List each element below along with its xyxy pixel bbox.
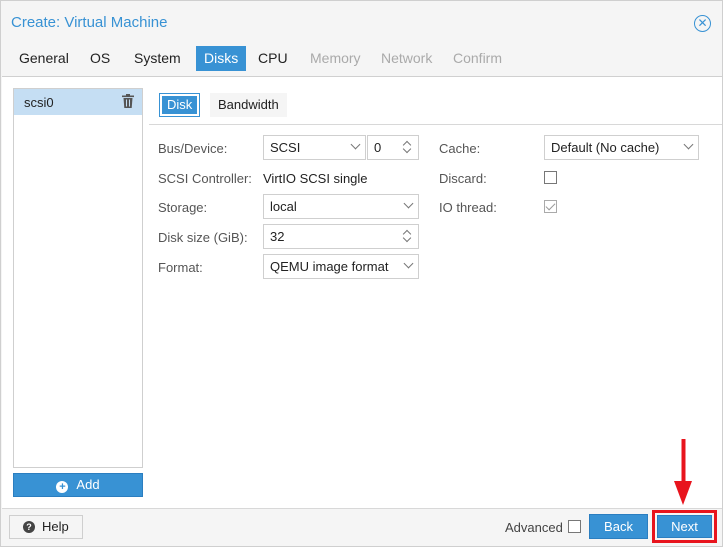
io-thread-label: IO thread: <box>439 200 497 215</box>
subtab-bandwidth[interactable]: Bandwidth <box>210 93 287 117</box>
cache-value: Default (No cache) <box>551 140 660 155</box>
arrow-down-icon <box>674 439 692 505</box>
io-thread-checkbox[interactable] <box>544 200 557 213</box>
spinner-icon[interactable] <box>402 228 413 245</box>
format-value: QEMU image format <box>270 259 389 274</box>
tab-cpu[interactable]: CPU <box>250 46 296 71</box>
chevron-down-icon <box>350 139 361 150</box>
trash-icon[interactable] <box>122 94 134 108</box>
tab-system[interactable]: System <box>126 46 189 71</box>
plus-icon: + <box>56 481 69 493</box>
cache-select[interactable]: Default (No cache) <box>544 135 699 160</box>
dialog-title: Create: Virtual Machine <box>11 14 168 31</box>
add-disk-button[interactable]: + Add <box>13 473 143 497</box>
add-label: Add <box>76 477 100 492</box>
dialog-footer: ? Help Advanced Back Next <box>2 508 722 546</box>
tab-network: Network <box>381 50 433 66</box>
disk-size-spinner[interactable]: 32 <box>263 224 419 249</box>
scsi-controller-value: VirtIO SCSI single <box>263 171 368 186</box>
bus-select[interactable]: SCSI <box>263 135 366 160</box>
format-label: Format: <box>158 260 203 275</box>
next-button[interactable]: Next <box>657 515 712 538</box>
scsi-controller-label: SCSI Controller: <box>158 171 252 186</box>
format-select[interactable]: QEMU image format <box>263 254 419 279</box>
help-icon: ? <box>23 521 35 533</box>
disk-size-value: 32 <box>270 229 285 244</box>
chevron-down-icon <box>683 139 694 150</box>
disks-panel: scsi0 + Add Disk Bandwidth Bus/Device: SC… <box>2 76 722 508</box>
cache-label: Cache: <box>439 141 481 156</box>
next-button-highlight: Next <box>652 510 717 543</box>
subtab-disk-label: Disk <box>162 96 198 114</box>
storage-label: Storage: <box>158 200 208 215</box>
advanced-checkbox[interactable] <box>568 520 581 533</box>
spinner-icon[interactable] <box>402 139 413 156</box>
chevron-down-icon <box>403 198 414 209</box>
chevron-down-icon <box>403 258 414 269</box>
device-value: 0 <box>374 140 382 155</box>
tab-os[interactable]: OS <box>82 46 118 71</box>
tab-confirm: Confirm <box>453 50 503 66</box>
advanced-label: Advanced <box>505 520 563 535</box>
disk-list: scsi0 <box>13 88 143 468</box>
discard-label: Discard: <box>439 171 487 186</box>
help-button[interactable]: ? Help <box>9 515 83 539</box>
title-bar: Create: Virtual Machine ✕ <box>1 1 722 43</box>
storage-select[interactable]: local <box>263 194 419 219</box>
dialog-window: Create: Virtual Machine ✕ General OS Sys… <box>0 0 723 547</box>
tab-general[interactable]: General <box>11 46 77 71</box>
help-label: Help <box>42 519 69 534</box>
back-button[interactable]: Back <box>589 514 648 539</box>
device-spinner[interactable]: 0 <box>367 135 419 160</box>
discard-checkbox[interactable] <box>544 171 557 184</box>
storage-value: local <box>270 199 297 214</box>
disk-list-item[interactable]: scsi0 <box>14 89 142 115</box>
disk-item-label: scsi0 <box>24 95 54 110</box>
close-icon[interactable]: ✕ <box>694 15 711 32</box>
disk-subtabs: Disk Bandwidth <box>149 87 722 125</box>
subtab-disk[interactable]: Disk <box>159 93 201 117</box>
check-icon <box>545 200 556 211</box>
bus-device-label: Bus/Device: <box>158 141 228 156</box>
tab-memory: Memory <box>310 50 361 66</box>
disk-size-label: Disk size (GiB): <box>158 230 248 245</box>
bus-value: SCSI <box>270 140 301 155</box>
tab-disks[interactable]: Disks <box>196 46 247 71</box>
